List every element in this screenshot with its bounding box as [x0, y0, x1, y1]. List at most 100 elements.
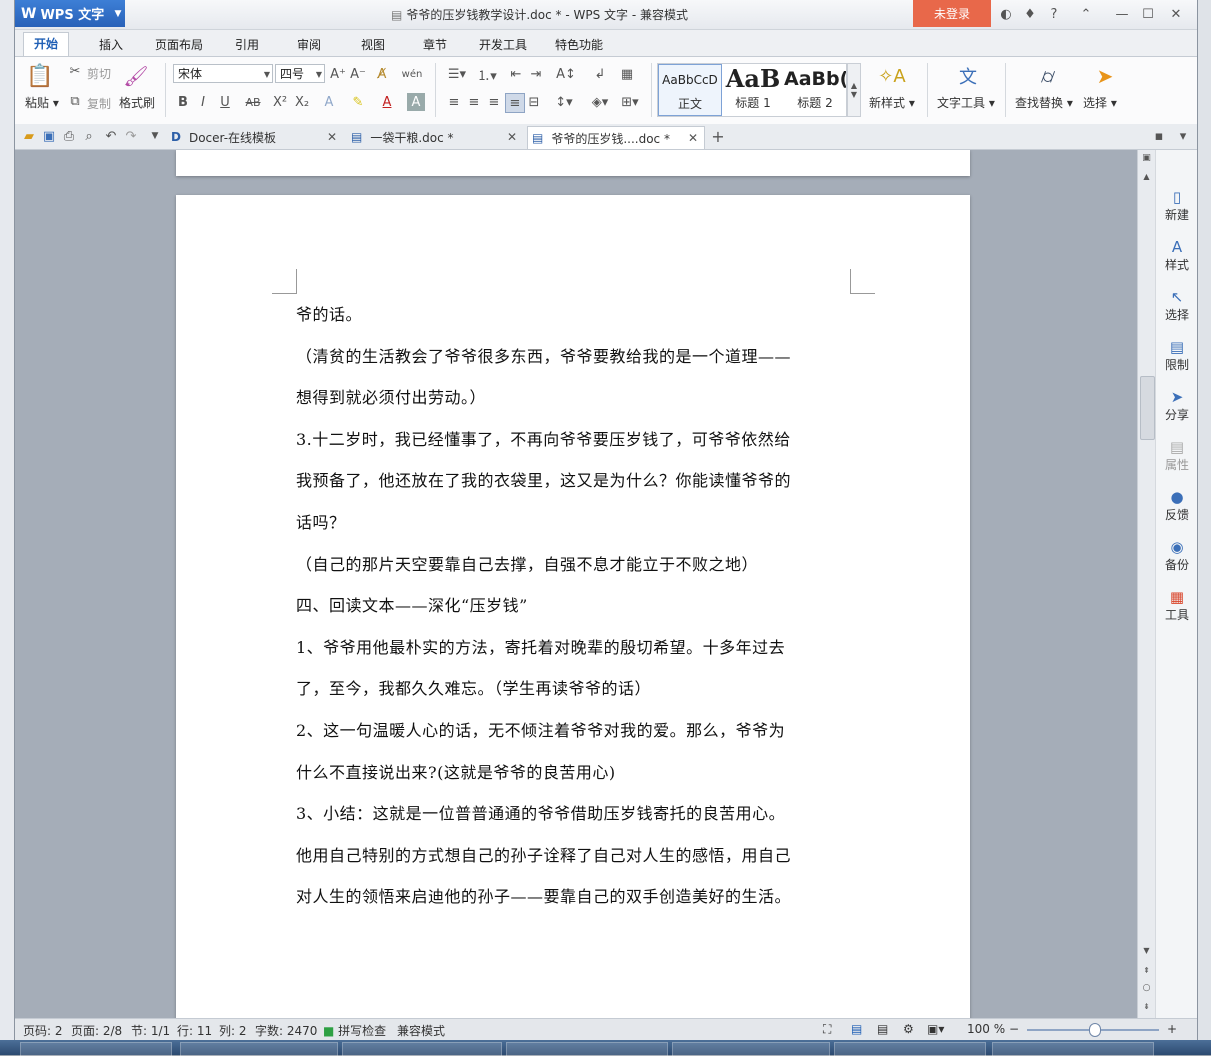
print-preview-icon[interactable]: ⌕ [81, 128, 97, 144]
brush-icon[interactable]: 🖌 [123, 63, 149, 89]
taskbar-item[interactable] [180, 1042, 338, 1056]
align-center-icon[interactable]: ≡ [465, 93, 483, 111]
taskbar-item[interactable] [834, 1042, 986, 1056]
paste-icon[interactable]: 📋 [25, 63, 55, 89]
paste-button[interactable]: 粘贴 ▾ [25, 94, 59, 111]
clear-format-icon[interactable]: A̸ [373, 65, 391, 83]
char-shading-icon[interactable]: A [407, 93, 425, 111]
font-size-select[interactable]: 四号 ▼ [275, 64, 325, 83]
scroll-down-icon[interactable]: ▼ [1140, 944, 1153, 956]
zoom-out-icon[interactable]: − [1009, 1022, 1019, 1036]
login-button[interactable]: 未登录 [913, 0, 991, 27]
tab-view[interactable]: 视图 [351, 34, 395, 56]
previous-page-icon[interactable]: ⇞ [1140, 964, 1153, 976]
tab-special[interactable]: 特色功能 [545, 34, 613, 56]
taskbar-item[interactable] [20, 1042, 172, 1056]
print-icon[interactable]: ⎙ [61, 128, 77, 144]
app-menu-button[interactable]: W WPS 文字 [15, 0, 125, 27]
shrink-font-icon[interactable]: A⁻ [349, 65, 367, 83]
italic-icon[interactable]: I [195, 93, 211, 111]
new-style-icon[interactable]: ✧A [877, 63, 907, 89]
paragraph-mark-icon[interactable]: ↲ [589, 65, 611, 83]
redo-icon[interactable]: ↷ [123, 128, 139, 144]
page-view-icon[interactable]: ▤ [851, 1022, 862, 1036]
zoom-level[interactable]: 100 % [967, 1022, 1005, 1036]
numbering-icon[interactable]: ⒈▾ [473, 65, 501, 84]
style-normal[interactable]: AaBbCcD 正文 [658, 64, 722, 116]
shirt-icon[interactable]: ♦ [1019, 4, 1041, 24]
side-properties-button[interactable]: ▤ 属性 [1156, 438, 1197, 473]
side-backup-button[interactable]: ◉ 备份 [1156, 538, 1197, 573]
increase-indent-icon[interactable]: ⇥ [527, 65, 545, 83]
select-button[interactable]: 选择 ▾ [1083, 94, 1117, 111]
find-replace-button[interactable]: 查找替换 ▾ [1015, 94, 1073, 111]
font-name-select[interactable]: 宋体 ▼ [173, 64, 273, 83]
superscript-icon[interactable]: X² [271, 93, 289, 111]
bullets-icon[interactable]: ☰▾ [443, 65, 471, 83]
align-left-icon[interactable]: ≡ [445, 93, 463, 111]
zoom-in-icon[interactable]: + [1167, 1022, 1177, 1036]
scroll-up-icon[interactable]: ▲ [1140, 170, 1153, 182]
collapse-ribbon-icon[interactable]: ⌃ [1075, 4, 1097, 24]
document-body[interactable]: 爷的话。 （清贫的生活教会了爷爷很多东西，爷爷要教给我的是一个道理—— 想得到就… [296, 294, 856, 918]
distribute-icon[interactable]: ⊟ [525, 93, 543, 111]
taskbar-item[interactable] [992, 1042, 1154, 1056]
grow-font-icon[interactable]: A⁺ [329, 65, 347, 83]
taskbar-item[interactable] [672, 1042, 830, 1056]
help-icon[interactable]: ? [1043, 4, 1065, 24]
close-icon[interactable]: ✕ [507, 130, 517, 144]
style-gallery-more-icon[interactable]: ▲ ▼ [847, 63, 861, 117]
new-tab-icon[interactable]: + [709, 127, 727, 146]
side-tools-button[interactable]: ▦ 工具 [1156, 588, 1197, 623]
copy-button[interactable]: 复制 [87, 95, 111, 112]
justify-icon[interactable]: ≡ [505, 93, 525, 113]
table-icon[interactable]: ▦ [617, 65, 637, 83]
document-page[interactable]: 爷的话。 （清贫的生活教会了爷爷很多东西，爷爷要教给我的是一个道理—— 想得到就… [176, 195, 970, 1018]
ruler-toggle-icon[interactable]: ▣ [1140, 152, 1153, 164]
side-restrict-button[interactable]: ▤ 限制 [1156, 338, 1197, 373]
side-feedback-button[interactable]: ● 反馈 [1156, 488, 1197, 523]
tab-developer[interactable]: 开发工具 [469, 34, 537, 56]
font-color-icon[interactable]: A [377, 93, 397, 111]
side-new-button[interactable]: ▯ 新建 [1156, 188, 1197, 223]
scrollbar-thumb[interactable] [1140, 376, 1155, 440]
underline-icon[interactable]: U [215, 93, 235, 111]
chevron-down-icon[interactable]: ▼ [111, 0, 125, 27]
line-spacing-icon[interactable]: ↕▾ [551, 93, 577, 111]
reading-view-icon[interactable]: ▣▾ [927, 1022, 944, 1036]
restore-tab-icon[interactable]: ▪ [1151, 128, 1167, 144]
outline-view-icon[interactable]: ▤ [877, 1022, 888, 1036]
close-button[interactable]: ✕ [1165, 4, 1187, 24]
align-right-icon[interactable]: ≡ [485, 93, 503, 111]
save-icon[interactable]: ▣ [41, 128, 57, 144]
text-tools-icon[interactable]: 文 [955, 63, 981, 89]
next-page-icon[interactable]: ⇟ [1140, 1000, 1153, 1012]
maximize-button[interactable]: ☐ [1137, 4, 1159, 24]
tab-references[interactable]: 引用 [225, 34, 269, 56]
scissors-icon[interactable]: ✂ [67, 63, 83, 79]
text-effect-icon[interactable]: A [319, 93, 339, 111]
text-tools-button[interactable]: 文字工具 ▾ [937, 94, 995, 111]
undo-icon[interactable]: ↶ [103, 128, 119, 144]
side-select-button[interactable]: ↖ 选择 [1156, 288, 1197, 323]
minimize-button[interactable]: — [1111, 4, 1133, 24]
borders-icon[interactable]: ⊞▾ [617, 93, 643, 111]
format-painter-button[interactable]: 格式刷 [119, 94, 155, 111]
tab-page-layout[interactable]: 页面布局 [145, 34, 213, 56]
style-heading-1[interactable]: AaB 标题 1 [722, 64, 784, 114]
doc-tab-docer[interactable]: D Docer-在线模板 ✕ [167, 126, 343, 148]
new-style-button[interactable]: 新样式 ▾ [869, 94, 915, 111]
taskbar-item[interactable] [506, 1042, 668, 1056]
status-pages[interactable]: 页面: 2/8 [71, 1022, 122, 1039]
full-screen-icon[interactable]: ⛶ [823, 1022, 831, 1037]
vertical-scrollbar[interactable]: ▣ ▲ ▼ ⇞ ○ ⇟ [1137, 150, 1156, 1018]
tab-insert[interactable]: 插入 [89, 34, 133, 56]
close-icon[interactable]: ✕ [327, 130, 337, 144]
style-heading-2[interactable]: AaBb( 标题 2 [784, 64, 846, 114]
zoom-slider-handle[interactable] [1089, 1023, 1101, 1037]
side-style-button[interactable]: A 样式 [1156, 238, 1197, 273]
cut-button[interactable]: 剪切 [87, 65, 111, 82]
taskbar-item[interactable] [342, 1042, 502, 1056]
shading-icon[interactable]: ◈▾ [587, 93, 613, 111]
text-direction-icon[interactable]: A↕ [553, 65, 579, 83]
